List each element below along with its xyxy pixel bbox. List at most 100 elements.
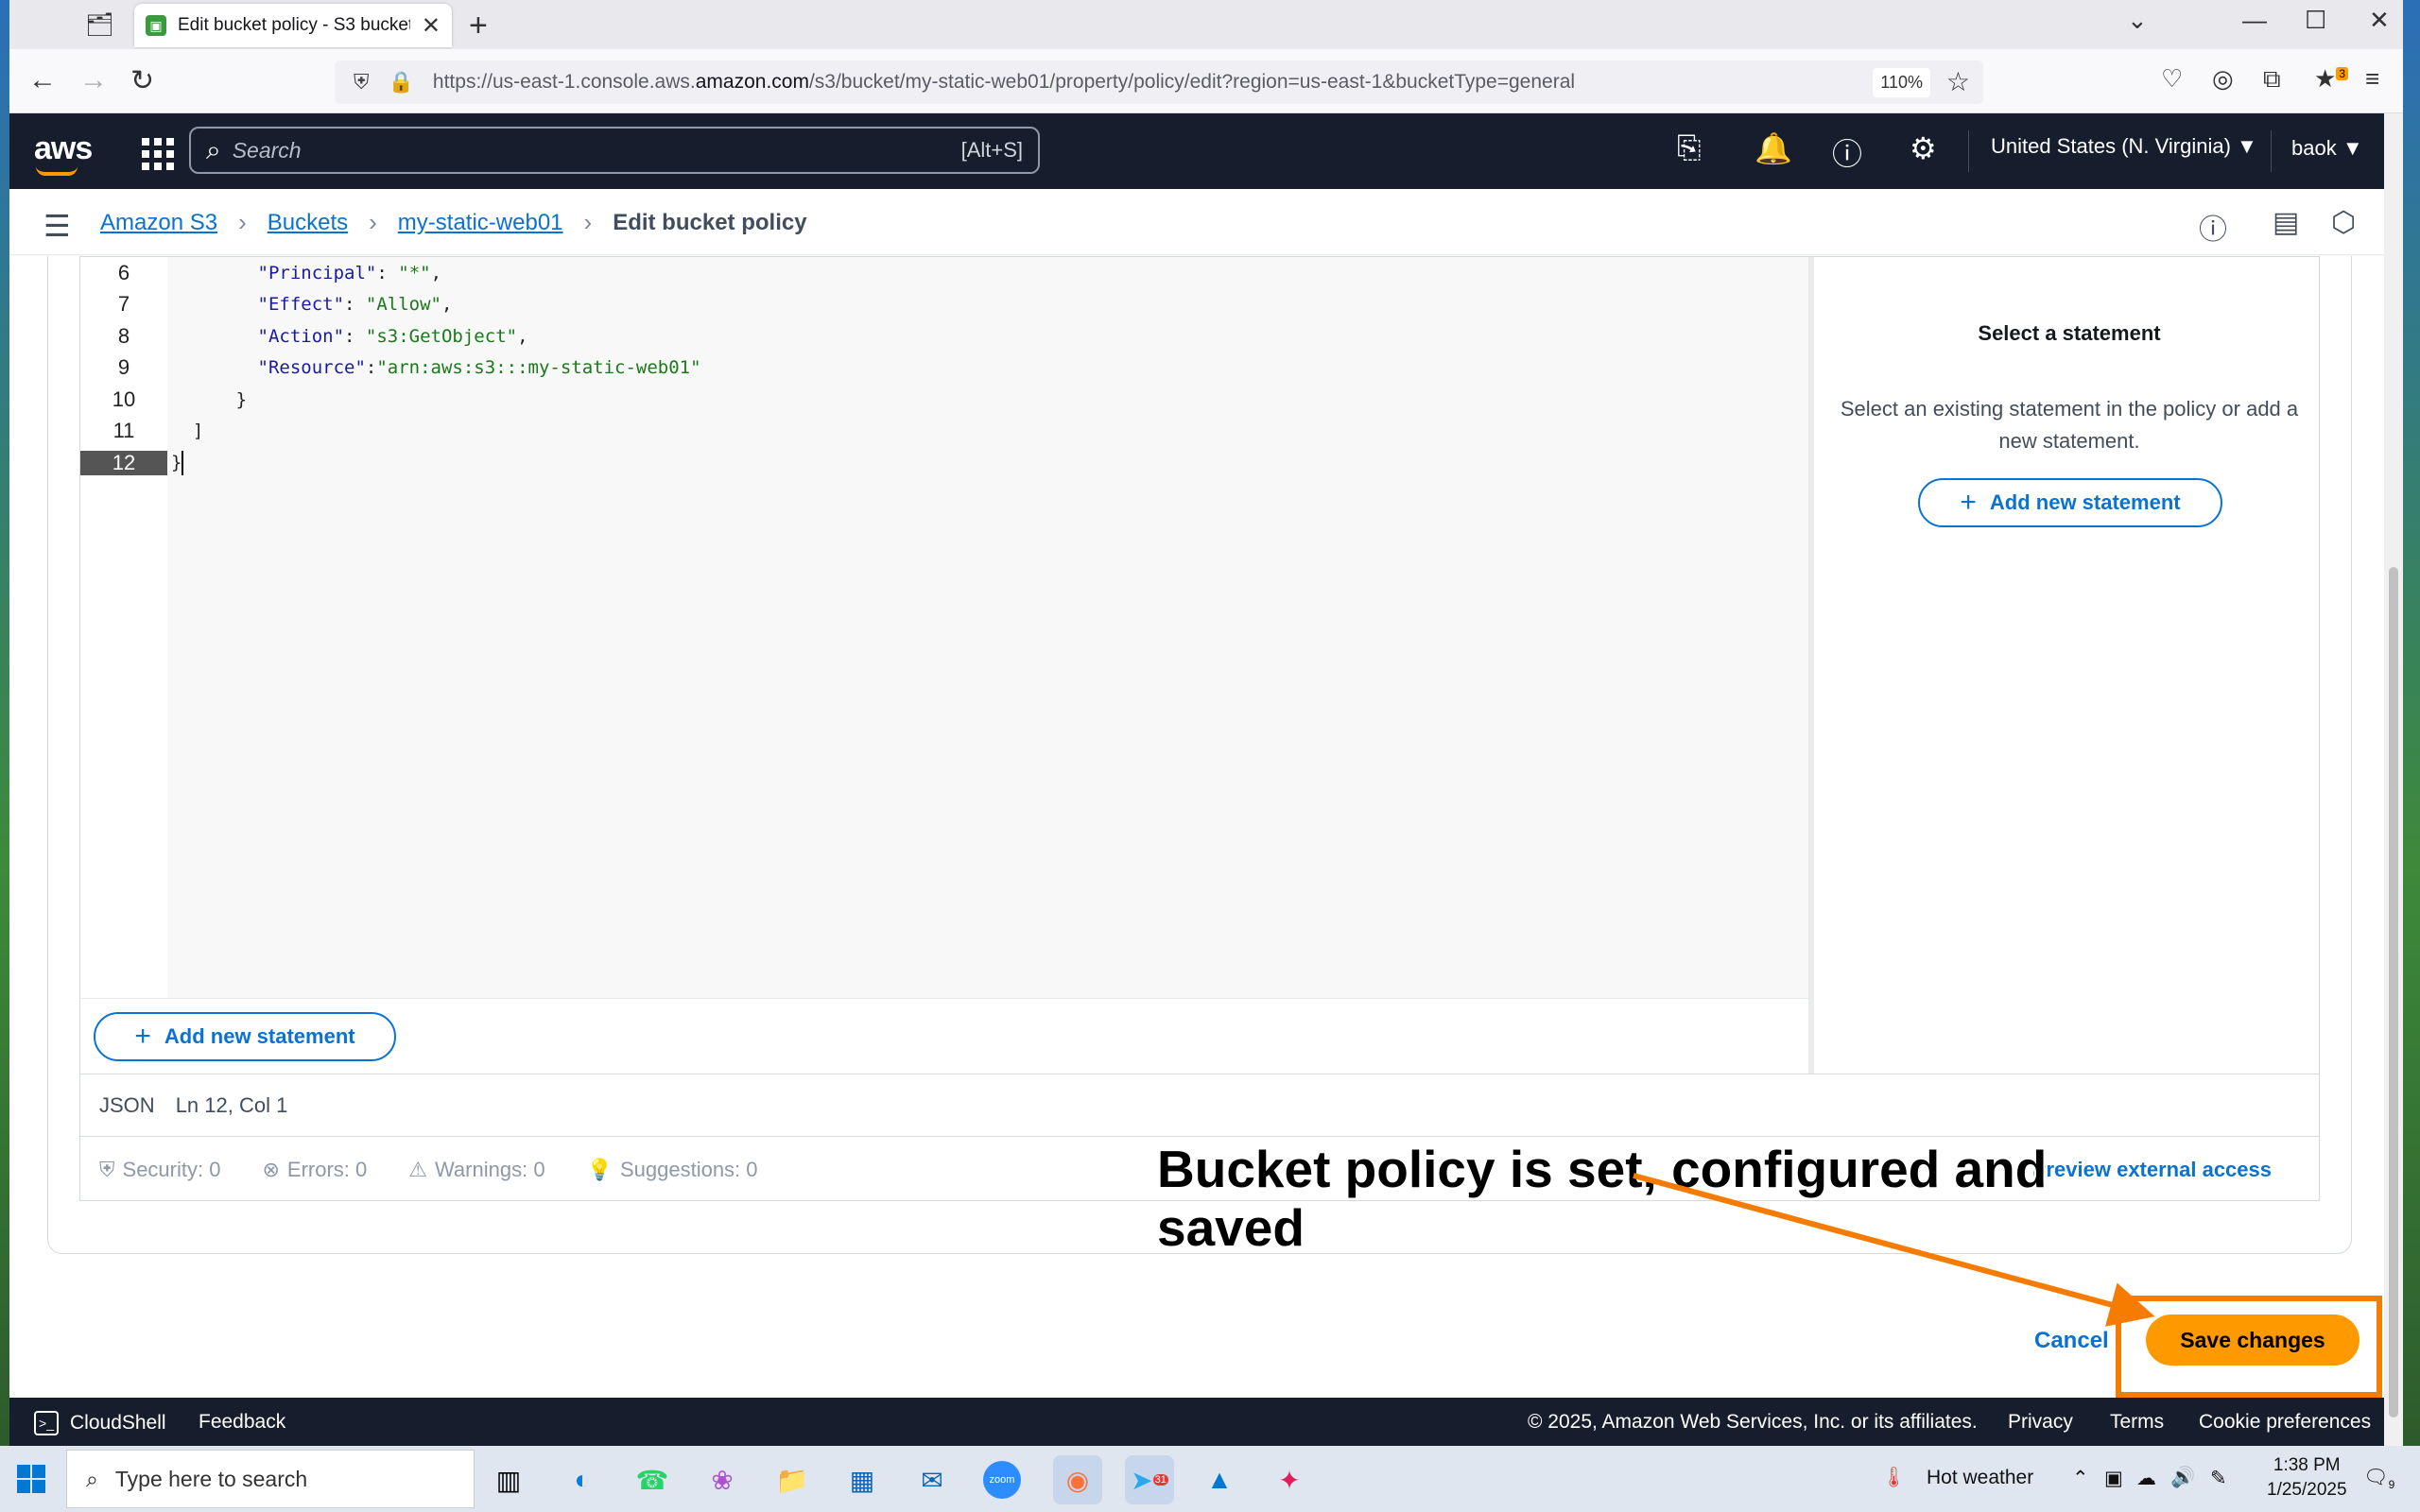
telegram-icon[interactable]: ➤ 31 xyxy=(1125,1455,1174,1504)
volume-icon[interactable]: 🔊 xyxy=(2170,1467,2195,1489)
code-line[interactable]: 9 "Resource":"arn:aws:s3:::my-static-web… xyxy=(80,352,1810,384)
privacy-link[interactable]: Privacy xyxy=(2008,1411,2073,1434)
code-line[interactable]: 12} xyxy=(80,447,1810,478)
tab-list-icon[interactable]: 🗂 xyxy=(85,11,113,38)
shield-icon: ⛨ xyxy=(99,1157,115,1181)
app-menu-icon[interactable]: ≡ xyxy=(2365,64,2379,94)
weather-text[interactable]: Hot weather xyxy=(1927,1467,2033,1489)
info-icon[interactable]: ⓘ xyxy=(2199,206,2227,248)
settings-gear-icon[interactable]: ⚙ xyxy=(1910,130,1937,166)
cloudshell-icon[interactable]: ⎘ xyxy=(1677,130,1702,166)
terms-link[interactable]: Terms xyxy=(2110,1411,2164,1434)
file-explorer-icon[interactable]: 📁 xyxy=(768,1455,817,1504)
system-clock[interactable]: 1:38 PM 1/25/2025 xyxy=(2267,1453,2347,1503)
maximize-button[interactable]: ☐ xyxy=(2305,6,2326,35)
tray-chevron-icon[interactable]: ⌃ xyxy=(2072,1467,2089,1490)
zoom-icon[interactable]: zoom xyxy=(977,1455,1027,1504)
security-count[interactable]: ⛨ Security: 0 xyxy=(99,1158,220,1182)
breadcrumb-amazon-s3[interactable]: Amazon S3 xyxy=(100,210,217,236)
task-view-icon[interactable]: ▥ xyxy=(484,1455,533,1504)
editor-status-row: JSON Ln 12, Col 1 xyxy=(80,1074,2319,1136)
code-text: } xyxy=(235,388,248,410)
code-line[interactable]: 11 ] xyxy=(80,416,1810,447)
errors-count[interactable]: ⊗ Errors: 0 xyxy=(262,1158,367,1182)
help-icon[interactable]: ⓘ xyxy=(1832,130,1862,174)
back-button[interactable]: ← xyxy=(28,64,57,96)
copyright-text: © 2025, Amazon Web Services, Inc. or its… xyxy=(1528,1411,1978,1433)
add-new-statement-button[interactable]: + Add new statement xyxy=(94,1012,396,1061)
notifications-panel-icon[interactable]: ⬡ xyxy=(2331,206,2356,239)
cancel-button[interactable]: Cancel xyxy=(2034,1328,2109,1354)
extensions-icon[interactable]: ⧉ xyxy=(2263,64,2281,94)
pen-icon[interactable]: ✎ xyxy=(2210,1467,2227,1490)
page-scrollbar[interactable] xyxy=(2384,113,2403,1446)
cloudshell-link[interactable]: >_ CloudShell xyxy=(34,1411,166,1435)
side-nav-menu-icon[interactable]: ☰ xyxy=(43,208,71,244)
forward-button[interactable]: → xyxy=(79,64,108,96)
new-tab-button[interactable]: + xyxy=(469,8,488,44)
error-icon: ⊗ xyxy=(262,1157,280,1181)
tracking-shield-icon[interactable]: ⛨ xyxy=(354,70,370,94)
split-panel-icon[interactable]: ▤ xyxy=(2273,206,2299,239)
tray-device-icon[interactable]: ▣ xyxy=(2104,1467,2123,1490)
aws-logo[interactable]: aws xyxy=(34,130,93,176)
firefox-icon[interactable]: ◉ xyxy=(1053,1455,1102,1504)
extension-badge-icon[interactable]: ★ 3 xyxy=(2314,64,2348,94)
taskbar-search-input[interactable]: ⌕ Type here to search xyxy=(66,1450,475,1508)
tab-title: Edit bucket policy - S3 bucket m xyxy=(178,15,410,35)
close-tab-icon[interactable]: ✕ xyxy=(422,12,441,40)
extension-badge-count: 3 xyxy=(2336,67,2348,81)
breadcrumb: Amazon S3 › Buckets › my-static-web01 › … xyxy=(100,208,807,237)
suggestions-count[interactable]: 💡 Suggestions: 0 xyxy=(587,1158,758,1182)
edge-icon[interactable]: ◐ xyxy=(558,1455,607,1504)
azure-icon[interactable]: ▲ xyxy=(1195,1455,1244,1504)
services-grid-icon[interactable] xyxy=(136,132,174,170)
feedback-link[interactable]: Feedback xyxy=(199,1411,285,1434)
weather-icon[interactable]: 🌡 xyxy=(1881,1467,1907,1489)
code-area[interactable]: 6 "Principal": "*", 7 "Effect": "Allow", 8… xyxy=(80,257,1814,998)
code-line[interactable]: 8 "Action": "s3:GetObject", xyxy=(80,320,1810,352)
slack-icon[interactable]: ✦ xyxy=(1265,1455,1314,1504)
side-add-new-statement-label: Add new statement xyxy=(1989,490,2181,514)
warning-icon: ⚠ xyxy=(408,1157,427,1181)
address-bar[interactable]: ⛨ 🔒 https://us-east-1.console.aws.amazon… xyxy=(335,60,1983,104)
whatsapp-icon[interactable]: ☎ xyxy=(628,1455,677,1504)
code-line[interactable]: 10 } xyxy=(80,384,1810,415)
notifications-bell-icon[interactable]: 🔔 xyxy=(1754,130,1792,166)
copilot-icon[interactable]: ❀ xyxy=(698,1455,747,1504)
breadcrumb-buckets[interactable]: Buckets xyxy=(268,210,348,236)
zoom-level-badge[interactable]: 110% xyxy=(1873,68,1930,97)
plus-icon: + xyxy=(1960,487,1977,518)
side-add-new-statement-button[interactable]: + Add new statement xyxy=(1918,478,2222,527)
close-window-button[interactable]: ✕ xyxy=(2369,6,2390,35)
tab-bar: 🗂 ▣ Edit bucket policy - S3 bucket m ✕ +… xyxy=(9,0,2403,49)
code-line[interactable]: 7 "Effect": "Allow", xyxy=(80,289,1810,320)
search-placeholder: Search xyxy=(232,137,302,163)
tab-active[interactable]: ▣ Edit bucket policy - S3 bucket m ✕ xyxy=(134,4,452,47)
account-icon[interactable]: ◎ xyxy=(2212,64,2234,94)
code-text: "Action": "s3:GetObject", xyxy=(257,325,528,347)
bookmark-star-icon[interactable]: ☆ xyxy=(1946,66,1970,97)
lock-icon[interactable]: 🔒 xyxy=(389,70,414,94)
windows-taskbar: ⌕ Type here to search ▥ ◐ ☎ ❀ 📁 ▦ ✉ zoom… xyxy=(0,1446,2420,1512)
breadcrumb-bucket-name[interactable]: my-static-web01 xyxy=(398,210,563,236)
region-selector[interactable]: United States (N. Virginia) ▼ xyxy=(1991,134,2257,159)
pocket-icon[interactable]: ♡ xyxy=(2161,64,2183,94)
aws-top-nav: aws ⌕ Search [Alt+S] ⎘ 🔔 ⓘ ⚙ United Stat… xyxy=(9,113,2384,189)
windows-start-icon[interactable] xyxy=(17,1465,45,1493)
microsoft-store-icon[interactable]: ▦ xyxy=(838,1455,887,1504)
account-menu[interactable]: baok ▼ xyxy=(2291,136,2363,161)
minimize-button[interactable]: — xyxy=(2242,6,2267,35)
warnings-count[interactable]: ⚠ Warnings: 0 xyxy=(408,1158,544,1182)
code-line[interactable]: 6 "Principal": "*", xyxy=(80,257,1810,288)
onedrive-icon[interactable]: ☁ xyxy=(2136,1467,2156,1490)
policy-editor: 6 "Principal": "*", 7 "Effect": "Allow", 8… xyxy=(79,256,2320,1201)
desktop-background-left xyxy=(0,0,9,1446)
search-input[interactable]: ⌕ Search [Alt+S] xyxy=(189,127,1040,174)
tab-overflow-chevron-icon[interactable]: ⌄ xyxy=(2127,6,2148,35)
notification-center-icon[interactable]: 🗨9 xyxy=(2363,1467,2394,1491)
mail-icon[interactable]: ✉ xyxy=(908,1455,957,1504)
line-number: 7 xyxy=(117,292,130,316)
cookie-preferences-link[interactable]: Cookie preferences xyxy=(2199,1411,2371,1434)
reload-button[interactable]: ↻ xyxy=(130,64,154,97)
